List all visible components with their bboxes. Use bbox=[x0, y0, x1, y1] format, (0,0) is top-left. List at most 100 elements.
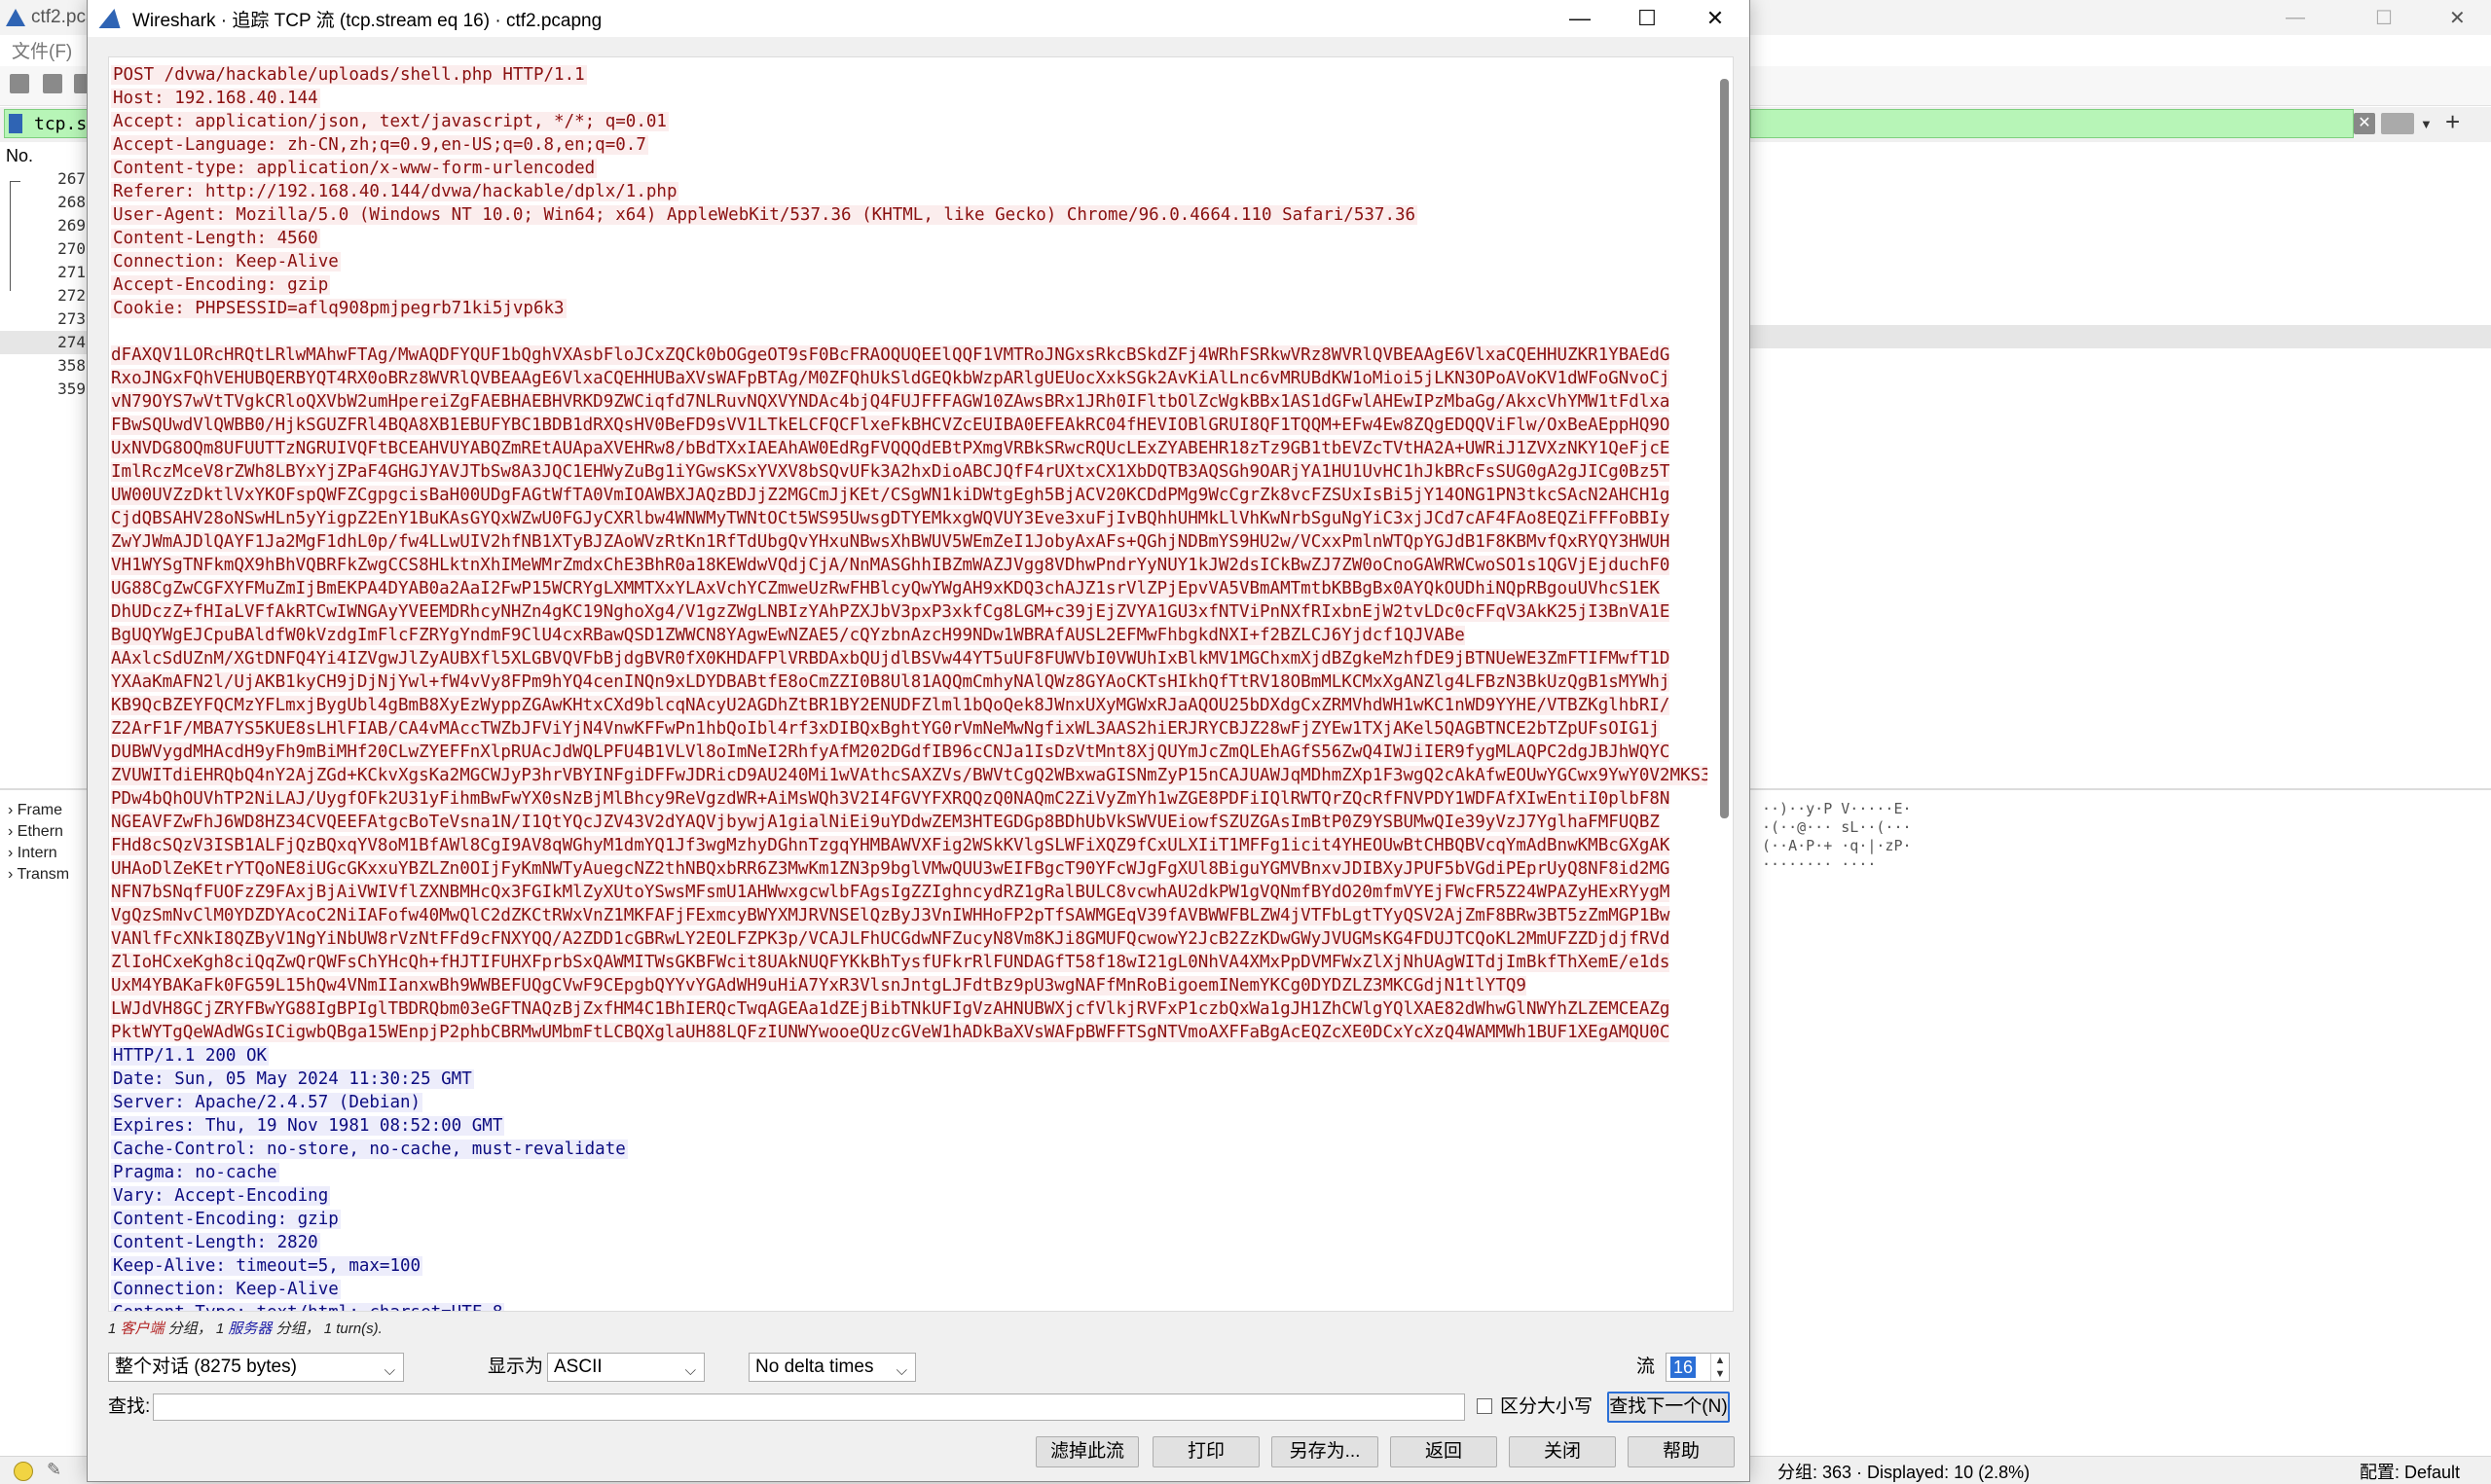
add-filter-button-icon[interactable]: + bbox=[2445, 107, 2460, 137]
close-button[interactable]: 关闭 bbox=[1509, 1436, 1616, 1467]
filter-dropdown-icon[interactable]: ▼ bbox=[2420, 117, 2433, 131]
stop-capture-icon[interactable] bbox=[43, 74, 62, 93]
response-header-line: Expires: Thu, 19 Nov 1981 08:52:00 GMT bbox=[111, 1114, 1707, 1138]
stream-number-spinbox[interactable]: 16 ▲ ▼ bbox=[1666, 1353, 1730, 1382]
response-header-line: Content-Type: text/html; charset=UTF-8 bbox=[111, 1301, 1707, 1311]
conversation-select[interactable]: 整个对话 (8275 bytes) ⌵ bbox=[108, 1353, 404, 1382]
request-header-line-text: Cookie: PHPSESSID=aflq908pmjpegrb71ki5jv… bbox=[111, 299, 567, 318]
chevron-down-icon: ⌵ bbox=[384, 1362, 395, 1379]
case-sensitive-label: 区分大小写 bbox=[1500, 1396, 1594, 1417]
request-body-line-text: YXAaKmAFN2l/UjAKB1kyCH9jDjNjYwl+fW4vVy8F… bbox=[111, 672, 1670, 692]
request-body-line-text: AAxlcSdUZnM/XGtDNFQ4Yi4IZVgwJlZyAUBXfl5X… bbox=[111, 649, 1670, 669]
packet-row[interactable]: 270 bbox=[0, 237, 88, 261]
tree-item[interactable]: › Frame bbox=[8, 800, 69, 821]
chevron-right-icon[interactable]: › bbox=[8, 802, 18, 818]
display-filter-input[interactable]: tcp.str bbox=[4, 109, 108, 138]
request-header-line-text: Content-type: application/x-www-form-url… bbox=[111, 159, 598, 178]
tree-item[interactable]: › Intern bbox=[8, 843, 69, 864]
stream-scrollbar[interactable] bbox=[1720, 79, 1729, 818]
main-maximize-button[interactable]: ☐ bbox=[2375, 0, 2393, 35]
main-minimize-button[interactable]: — bbox=[2286, 0, 2305, 35]
back-button[interactable]: 返回 bbox=[1390, 1436, 1497, 1467]
request-body-line: UW00UVZzDktlVxYKOFspQWFZCgpgcisBaH00UDgF… bbox=[111, 484, 1707, 507]
stream-content[interactable]: POST /dvwa/hackable/uploads/shell.php HT… bbox=[108, 56, 1734, 1312]
main-close-button[interactable]: ✕ bbox=[2449, 0, 2466, 35]
find-next-button[interactable]: 查找下一个(N) bbox=[1607, 1392, 1730, 1423]
filter-buttons: ✕ ▼ bbox=[2354, 109, 2433, 138]
shark-fin-icon[interactable] bbox=[10, 74, 29, 93]
case-sensitive-checkbox[interactable] bbox=[1477, 1398, 1492, 1414]
dialog-minimize-button[interactable]: — bbox=[1546, 0, 1614, 37]
packet-row[interactable]: 273 bbox=[0, 308, 88, 331]
response-header-line-text: Connection: Keep-Alive bbox=[111, 1280, 341, 1299]
find-row: 查找: 区分大小写 查找下一个(N) bbox=[108, 1392, 1734, 1425]
packet-row[interactable]: 267 bbox=[0, 167, 88, 191]
main-window-tab[interactable]: ctf2.pca bbox=[0, 0, 96, 35]
tree-item[interactable]: › Ethern bbox=[8, 821, 69, 843]
find-input[interactable] bbox=[153, 1394, 1465, 1421]
packet-row[interactable]: 272 bbox=[0, 284, 88, 308]
packet-row[interactable]: 268 bbox=[0, 191, 88, 214]
request-body-line-text: RxoJNGxFQhVEHUBQERBYQT4RX0oBRz8WVRlQVBEA… bbox=[111, 369, 1670, 388]
request-body-line: BgUQYWgEJCpuBAldfW0kVzdgImFlcFZRYgYndmF9… bbox=[111, 624, 1707, 647]
capture-status-icon[interactable] bbox=[14, 1462, 33, 1481]
request-body-line: KB9QcBZEYFQCMzYFLmxjBygUbl4gBmB8XyEzWypp… bbox=[111, 694, 1707, 717]
packets-word: 分组， bbox=[164, 1321, 212, 1337]
packet-row[interactable]: 358 bbox=[0, 354, 88, 378]
request-body-line-text: KB9QcBZEYFQCMzYFLmxjBygUbl4gBmB8XyEzWypp… bbox=[111, 696, 1670, 715]
filter-out-button[interactable]: 滤掉此流 bbox=[1036, 1436, 1139, 1467]
dialog-maximize-button[interactable]: ☐ bbox=[1613, 0, 1681, 37]
chevron-right-icon[interactable]: › bbox=[8, 845, 18, 861]
save-as-button[interactable]: 另存为... bbox=[1271, 1436, 1378, 1467]
show-as-select[interactable]: ASCII ⌵ bbox=[547, 1353, 705, 1382]
chevron-right-icon[interactable]: › bbox=[8, 823, 18, 840]
tree-item[interactable]: › Transm bbox=[8, 864, 69, 886]
request-header-line-text: Accept: application/json, text/javascrip… bbox=[111, 112, 669, 131]
request-header-line-text: User-Agent: Mozilla/5.0 (Windows NT 10.0… bbox=[111, 205, 1418, 225]
wireshark-logo-icon bbox=[98, 9, 126, 28]
packet-row[interactable]: 271 bbox=[0, 261, 88, 284]
request-body-line: UHAoDlZeKEtrYTQoNE8iUGcGKxxuYBZLZn0OIjFy… bbox=[111, 857, 1707, 881]
hex-ascii-line: (··A·P·+ ·q·|·zP· bbox=[1762, 837, 1912, 854]
request-body-line: RxoJNGxFQhVEHUBQERBYQT4RX0oBRz8WVRlQVBEA… bbox=[111, 367, 1707, 390]
help-button[interactable]: 帮助 bbox=[1628, 1436, 1735, 1467]
server-packet-count: 1 bbox=[215, 1321, 225, 1337]
request-header-line: Content-Length: 4560 bbox=[111, 227, 1707, 250]
response-header-line-text: Vary: Accept-Encoding bbox=[111, 1186, 331, 1206]
clear-filter-icon[interactable]: ✕ bbox=[2354, 113, 2375, 134]
request-body-line-text: Z2ArF1F/MBA7YS5KUE8sLHlFIAB/CA4vMAccTWZb… bbox=[111, 719, 1660, 739]
packet-row[interactable]: 269 bbox=[0, 214, 88, 237]
menu-file[interactable]: 文件(F) bbox=[12, 37, 72, 63]
bookmark-icon[interactable] bbox=[9, 114, 22, 133]
dialog-close-button[interactable]: ✕ bbox=[1681, 0, 1749, 37]
response-header-line-text: HTTP/1.1 200 OK bbox=[111, 1046, 270, 1066]
minimize-icon: — bbox=[2286, 6, 2305, 28]
dialog-title: Wireshark · 追踪 TCP 流 (tcp.stream eq 16) … bbox=[132, 10, 603, 31]
stream-number-value[interactable]: 16 bbox=[1670, 1357, 1697, 1378]
request-header-line: Accept: application/json, text/javascrip… bbox=[111, 110, 1707, 133]
edit-comment-icon[interactable]: ✎ bbox=[47, 1460, 61, 1480]
request-body-line-text: DhUDczZ+fHIaLVFfAkRTCwIWNGAyYVEEMDRhcyNH… bbox=[111, 602, 1670, 622]
request-body-line: PktWYTgQeWAdWGsICigwbQBga15WEnpjP2phbCBR… bbox=[111, 1021, 1707, 1044]
request-header-line-text: Connection: Keep-Alive bbox=[111, 252, 341, 271]
request-header-line: POST /dvwa/hackable/uploads/shell.php HT… bbox=[111, 63, 1707, 87]
maximize-icon: ☐ bbox=[2375, 7, 2393, 29]
wireshark-logo-icon bbox=[6, 9, 25, 26]
packet-row[interactable]: 274 bbox=[0, 331, 88, 354]
apply-filter-icon[interactable] bbox=[2381, 113, 2414, 134]
request-body-line-text: PktWYTgQeWAdWGsICigwbQBga15WEnpjP2phbCBR… bbox=[111, 1023, 1670, 1042]
response-header-line-text: Cache-Control: no-store, no-cache, must-… bbox=[111, 1140, 628, 1159]
request-body-line: DhUDczZ+fHIaLVFfAkRTCwIWNGAyYVEEMDRhcyNH… bbox=[111, 600, 1707, 624]
spin-up-down-icon[interactable]: ▲ ▼ bbox=[1710, 1354, 1729, 1381]
print-button[interactable]: 打印 bbox=[1153, 1436, 1260, 1467]
delta-times-select[interactable]: No delta times ⌵ bbox=[749, 1353, 916, 1382]
display-filter-input-right[interactable] bbox=[1750, 109, 2354, 138]
response-header-line-text: Keep-Alive: timeout=5, max=100 bbox=[111, 1256, 423, 1276]
packet-row[interactable]: 359 bbox=[0, 378, 88, 401]
response-header-line-text: Date: Sun, 05 May 2024 11:30:25 GMT bbox=[111, 1069, 474, 1089]
stream-text[interactable]: POST /dvwa/hackable/uploads/shell.php HT… bbox=[109, 57, 1707, 1311]
request-body-line: UxM4YBAKaFk0FG59L15hQw4VNmIIanxwBh9WWBEF… bbox=[111, 974, 1707, 997]
request-body-line-text: FHd8cSQzV3ISB1ALFjQzBQxqYV8oM1BfAWl8CgI9… bbox=[111, 836, 1670, 855]
status-profile[interactable]: 配置: Default bbox=[2360, 1459, 2460, 1484]
request-header-line-text: Content-Length: 4560 bbox=[111, 229, 320, 248]
